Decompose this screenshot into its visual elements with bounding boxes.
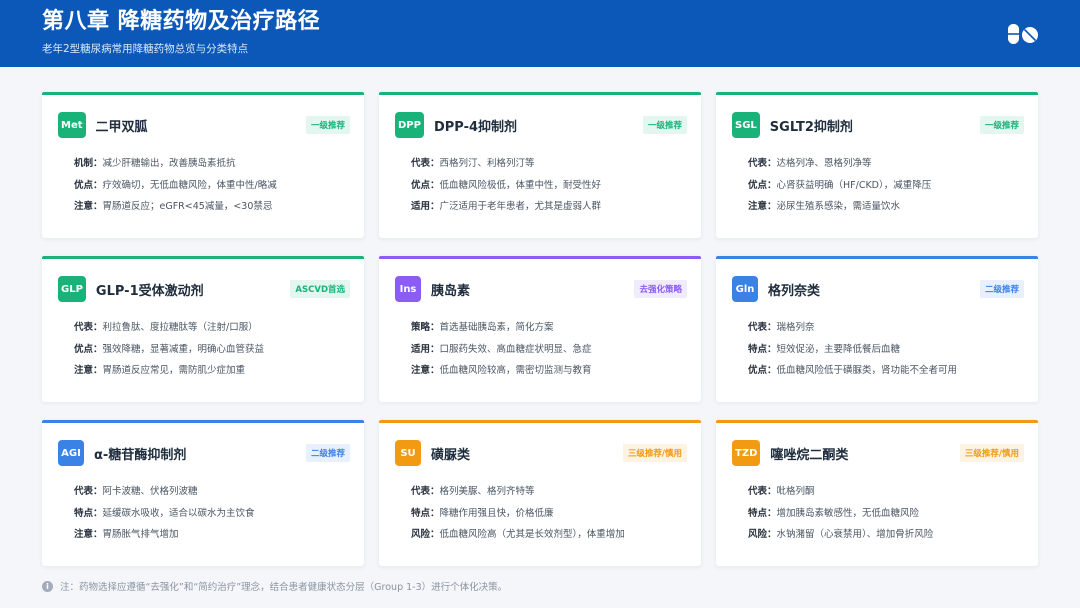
info-row: 适用：广泛适用于老年患者，尤其是虚弱人群 [411, 201, 602, 212]
info-row: 代表：达格列净、恩格列净等 [748, 158, 872, 169]
page-title: 第八章 降糖药物及治疗路径 [42, 9, 321, 34]
recommendation-badge: 去强化策略 [634, 280, 687, 298]
info-row: 注意：胃肠胀气排气增加 [74, 529, 179, 540]
card-accent-bar [42, 420, 364, 423]
drug-card-tzd: TZD 噻唑烷二酮类 三级推荐/慎用 代表：吡格列酮 特点：增加胰岛素敏感性，无… [716, 420, 1038, 566]
drug-title: 二甲双胍 [95, 119, 148, 135]
info-row: 特点：降糖作用强且快，价格低廉 [411, 507, 554, 519]
drug-title: 格列奈类 [768, 283, 821, 299]
card-accent-bar [716, 256, 1038, 259]
footer-note-text: 注：药物选择应遵循“去强化”和“简约治疗”理念，结合患者健康状态分层（Group… [60, 582, 508, 593]
drug-card-sglt2: SGL SGLT2抑制剂 一级推荐 代表：达格列净、恩格列净等 优点：心肾获益明… [716, 92, 1038, 238]
drug-card-su: SU 磺脲类 三级推荐/慎用 代表：格列美脲、格列齐特等 特点：降糖作用强且快，… [379, 420, 701, 566]
drug-card-glinide: Gln 格列奈类 二级推荐 代表：瑞格列奈 特点：短效促泌，主要降低餐后血糖 优… [716, 256, 1038, 402]
drug-abbr-tag: Met [58, 112, 86, 138]
drug-abbr-tag: AGI [58, 440, 84, 466]
info-row: 风险：水钠潴留（心衰禁用）、增加骨折风险 [748, 529, 934, 540]
info-row: 代表：阿卡波糖、伏格列波糖 [74, 486, 198, 497]
recommendation-badge: ASCVD首选 [290, 280, 350, 298]
info-row: 代表：利拉鲁肽、度拉糖肽等（注射/口服） [74, 322, 258, 333]
info-row: 优点：强效降糖，显著减重，明确心血管获益 [74, 343, 265, 355]
card-accent-bar [42, 92, 364, 95]
drug-title: 噻唑烷二酮类 [770, 447, 849, 463]
card-accent-bar [379, 420, 701, 423]
info-row: 代表：瑞格列奈 [748, 322, 815, 333]
drug-card-agi: AGI α-糖苷酶抑制剂 二级推荐 代表：阿卡波糖、伏格列波糖 特点：延缓碳水吸… [42, 420, 364, 566]
info-row: 优点：低血糖风险极低，体重中性，耐受性好 [411, 179, 602, 191]
recommendation-badge: 一级推荐 [642, 116, 687, 134]
drug-title: α-糖苷酶抑制剂 [94, 447, 187, 463]
info-row: 注意：低血糖风险较高，需密切监测与教育 [411, 365, 592, 376]
card-accent-bar [379, 256, 701, 259]
info-row: 适用：口服药失效、高血糖症状明显、急症 [411, 343, 592, 355]
info-row: 风险：低血糖风险高（尤其是长效剂型），体重增加 [411, 529, 625, 540]
recommendation-badge: 二级推荐 [979, 280, 1024, 298]
info-row: 特点：延缓碳水吸收，适合以碳水为主饮食 [74, 507, 255, 519]
drug-abbr-tag: TZD [732, 440, 761, 466]
recommendation-badge: 一级推荐 [979, 116, 1024, 134]
drug-abbr-tag: GLP [58, 276, 86, 302]
drug-abbr-tag: SGL [732, 112, 760, 138]
info-row: 注意：胃肠道反应常见，需防肌少症加重 [74, 365, 246, 376]
info-row: 优点：心肾获益明确（HF/CKD），减重降压 [748, 179, 932, 191]
card-accent-bar [42, 256, 364, 259]
drug-title: 胰岛素 [431, 283, 471, 299]
info-row: 策略：首选基础胰岛素，简化方案 [411, 322, 554, 333]
page-header: 第八章 降糖药物及治疗路径 老年2型糖尿病常用降糖药物总览与分类特点 [0, 0, 1080, 67]
drug-title: SGLT2抑制剂 [769, 119, 853, 135]
card-accent-bar [716, 92, 1038, 95]
drug-abbr-tag: Gln [732, 276, 758, 302]
info-row: 注意：胃肠道反应；eGFR<45减量，<30禁忌 [74, 201, 273, 212]
pill-icon [1008, 24, 1038, 44]
info-row: 机制：减少肝糖输出，改善胰岛素抵抗 [74, 158, 236, 169]
drug-abbr-tag: SU [395, 440, 421, 466]
info-row: 注意：泌尿生殖系感染，需适量饮水 [748, 201, 901, 212]
info-row: 特点：短效促泌，主要降低餐后血糖 [748, 343, 901, 355]
info-row: 优点：低血糖风险低于磺脲类，肾功能不全者可用 [748, 365, 958, 376]
info-row: 代表：格列美脲、格列齐特等 [411, 486, 535, 497]
page-subtitle: 老年2型糖尿病常用降糖药物总览与分类特点 [42, 43, 249, 55]
info-row: 特点：增加胰岛素敏感性，无低血糖风险 [748, 507, 920, 519]
card-accent-bar [716, 420, 1038, 423]
drug-card-met: Met 二甲双胍 一级推荐 机制：减少肝糖输出，改善胰岛素抵抗 优点：疗效确切，… [42, 92, 364, 238]
drug-title: DPP-4抑制剂 [433, 119, 518, 135]
drug-abbr-tag: DPP [395, 112, 424, 138]
info-row: 代表：西格列汀、利格列汀等 [411, 158, 535, 169]
info-row: 优点：疗效确切，无低血糖风险，体重中性/略减 [74, 179, 277, 191]
drug-card-glp1: GLP GLP-1受体激动剂 ASCVD首选 代表：利拉鲁肽、度拉糖肽等（注射/… [42, 256, 364, 402]
recommendation-badge: 二级推荐 [305, 444, 350, 462]
info-icon: i [42, 580, 53, 592]
drug-title: 磺脲类 [431, 447, 471, 463]
drug-card-insulin: Ins 胰岛素 去强化策略 策略：首选基础胰岛素，简化方案 适用：口服药失效、高… [379, 256, 701, 402]
recommendation-badge: 一级推荐 [305, 116, 350, 134]
recommendation-badge: 三级推荐/慎用 [959, 444, 1024, 462]
footer-note: i 注：药物选择应遵循“去强化”和“简约治疗”理念，结合患者健康状态分层（Gro… [42, 579, 507, 593]
drug-title: GLP-1受体激动剂 [95, 283, 204, 299]
drug-card-dpp4: DPP DPP-4抑制剂 一级推荐 代表：西格列汀、利格列汀等 优点：低血糖风险… [379, 92, 701, 238]
drug-abbr-tag: Ins [395, 276, 421, 302]
recommendation-badge: 三级推荐/慎用 [622, 444, 687, 462]
info-row: 代表：吡格列酮 [748, 486, 815, 497]
card-accent-bar [379, 92, 701, 95]
